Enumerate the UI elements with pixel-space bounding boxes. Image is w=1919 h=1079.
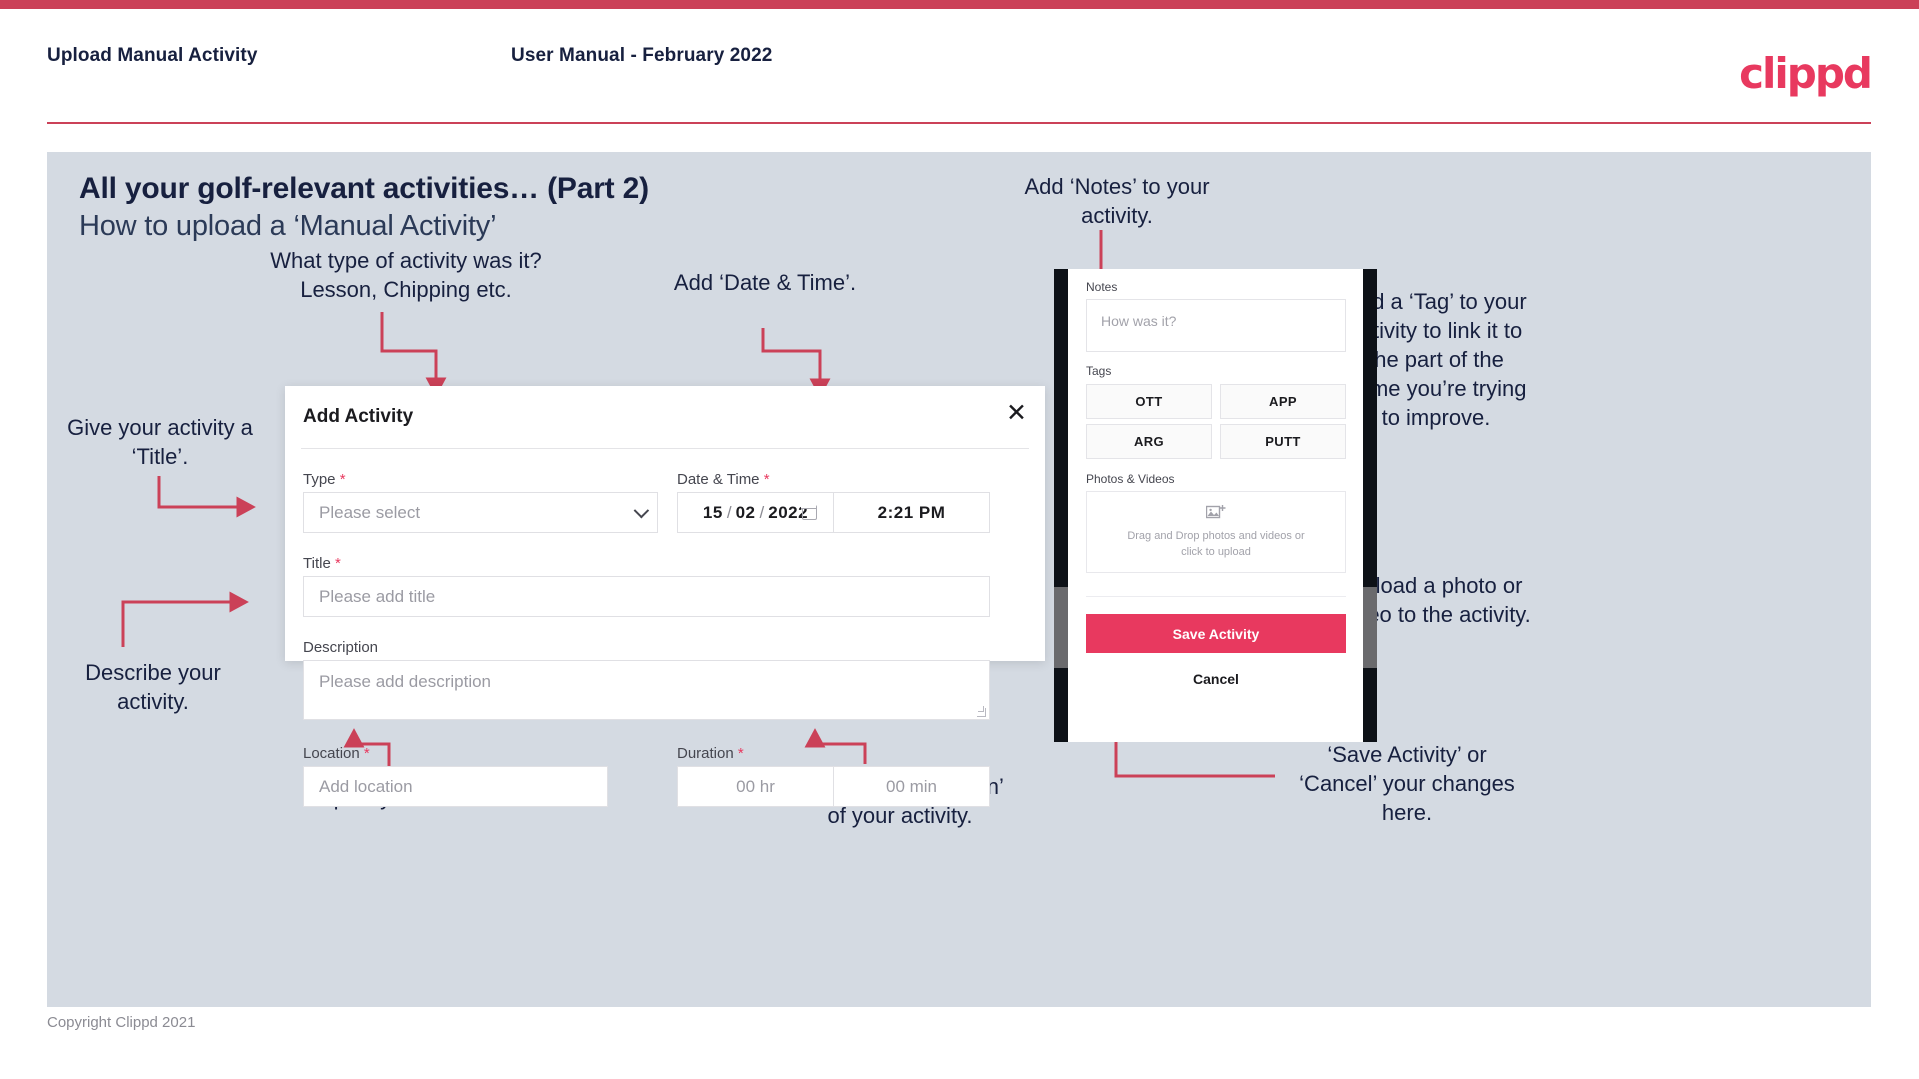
footer-copyright: Copyright Clippd 2021 (47, 1014, 196, 1031)
datetime-label-text: Date & Time (677, 471, 760, 488)
annotation-title: Give your activity a ‘Title’. (67, 415, 253, 469)
slide-page: Upload Manual Activity User Manual - Feb… (0, 0, 1919, 1079)
title-input[interactable]: Please add title (303, 576, 990, 617)
title-label: Title * (303, 555, 341, 572)
header-left-title: Upload Manual Activity (47, 45, 258, 66)
location-label-text: Location (303, 745, 360, 762)
dropzone-text-line2: click to upload (1181, 546, 1251, 558)
top-accent-bar (0, 0, 1919, 9)
slide-body: All your golf-relevant activities… (Part… (47, 152, 1871, 1007)
page-header: Upload Manual Activity User Manual - Feb… (0, 9, 1919, 122)
cancel-label: Cancel (1193, 671, 1239, 687)
description-label: Description (303, 639, 379, 656)
calendar-icon[interactable] (801, 503, 817, 520)
duration-hours-input[interactable]: 00 hr (677, 766, 834, 807)
date-sep-1: / (726, 502, 732, 522)
phone-divider (1086, 596, 1346, 597)
duration-required-asterisk: * (733, 745, 744, 762)
notes-placeholder: How was it? (1101, 313, 1177, 329)
type-label-text: Type (303, 471, 336, 488)
tag-label-ott: OTT (1135, 394, 1163, 409)
location-input[interactable]: Add location (303, 766, 608, 807)
date-input[interactable]: 15 / 02 / 2022 (677, 492, 834, 533)
mobile-preview: Notes How was it? Tags OTT APP ARG PUTT (1054, 269, 1377, 742)
date-day: 15 (702, 502, 723, 522)
phone-screen: Notes How was it? Tags OTT APP ARG PUTT (1068, 269, 1363, 742)
title-label-text: Title (303, 555, 331, 572)
tag-button-putt[interactable]: PUTT (1220, 424, 1346, 459)
type-required-asterisk: * (335, 471, 346, 488)
phone-bezel-right-accent (1363, 587, 1377, 668)
page-subtitle: How to upload a ‘Manual Activity’ (79, 210, 497, 242)
location-required-asterisk: * (359, 745, 370, 762)
save-activity-label: Save Activity (1172, 625, 1260, 642)
tag-label-app: APP (1269, 394, 1297, 409)
phone-bezel-left (1054, 269, 1068, 742)
time-value: 2:21 PM (877, 502, 946, 522)
tag-label-arg: ARG (1133, 434, 1165, 449)
tags-label: Tags (1086, 364, 1112, 378)
clippd-logo: clippd (1739, 49, 1873, 98)
header-divider (47, 122, 1871, 124)
description-placeholder: Please add description (319, 672, 492, 691)
annotation-notes: Add ‘Notes’ to your activity. (1024, 174, 1210, 228)
tag-button-ott[interactable]: OTT (1086, 384, 1212, 419)
duration-hours-value: 00 hr (736, 776, 775, 796)
type-select-placeholder: Please select (319, 502, 421, 522)
title-input-placeholder: Please add title (319, 586, 436, 606)
datetime-label: Date & Time * (677, 471, 770, 488)
tag-button-arg[interactable]: ARG (1086, 424, 1212, 459)
media-dropzone[interactable]: Drag and Drop photos and videos or click… (1086, 491, 1346, 573)
add-activity-dialog: Add Activity ✕ Type * Please select Date… (285, 386, 1045, 807)
header-center-title: User Manual - February 2022 (511, 45, 773, 66)
dropzone-text-line1: Drag and Drop photos and videos or (1127, 530, 1305, 542)
save-activity-button[interactable]: Save Activity (1086, 614, 1346, 653)
dialog-title: Add Activity (303, 406, 414, 427)
tag-button-app[interactable]: APP (1220, 384, 1346, 419)
datetime-required-asterisk: * (759, 471, 770, 488)
notes-label: Notes (1086, 280, 1118, 294)
page-title: All your golf-relevant activities… (Part… (79, 172, 649, 205)
location-label: Location * (303, 745, 370, 762)
annotation-type: What type of activity was it? Lesson, Ch… (270, 248, 542, 302)
phone-bezel-left-accent (1054, 587, 1068, 668)
resize-handle-icon[interactable] (977, 708, 986, 717)
tag-label-putt: PUTT (1265, 434, 1301, 449)
notes-textarea[interactable]: How was it? (1086, 299, 1346, 352)
date-month: 02 (735, 502, 756, 522)
annotation-save: ‘Save Activity’ or ‘Cancel’ your changes… (1299, 742, 1515, 825)
title-required-asterisk: * (330, 555, 341, 572)
cancel-button[interactable]: Cancel (1086, 671, 1346, 687)
media-label: Photos & Videos (1086, 472, 1175, 486)
duration-minutes-input[interactable]: 00 min (833, 766, 990, 807)
time-input[interactable]: 2:21 PM (833, 492, 990, 533)
dialog-divider (301, 448, 1029, 449)
duration-minutes-value: 00 min (885, 776, 938, 796)
phone-bezel-right (1363, 269, 1377, 742)
close-icon[interactable]: ✕ (1006, 400, 1027, 425)
type-select[interactable]: Please select (303, 492, 658, 533)
date-sep-2: / (759, 502, 765, 522)
chevron-down-icon (633, 502, 650, 518)
type-label: Type * (303, 471, 346, 488)
annotation-datetime: Add ‘Date & Time’. (673, 270, 857, 295)
location-placeholder: Add location (319, 776, 413, 796)
description-textarea[interactable]: Please add description (303, 660, 990, 720)
add-image-icon (1206, 505, 1226, 519)
annotation-description: Describe your activity. (85, 660, 221, 714)
duration-label-text: Duration (677, 745, 734, 762)
duration-label: Duration * (677, 745, 744, 762)
